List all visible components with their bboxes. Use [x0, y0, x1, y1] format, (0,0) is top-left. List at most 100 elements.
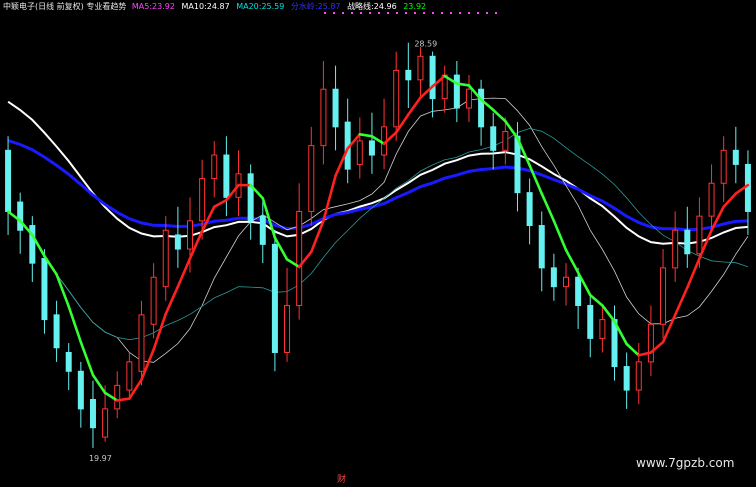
candle-body [526, 192, 533, 227]
candle-body [405, 69, 412, 81]
candle-body [308, 145, 315, 212]
finance-marker: 财 [337, 473, 346, 485]
candle-body [453, 74, 460, 109]
top-tick [324, 12, 326, 14]
top-tick [387, 12, 389, 14]
candle-body [672, 229, 679, 269]
candle-body [538, 225, 545, 269]
top-tick [369, 12, 371, 14]
candle-body [635, 361, 642, 391]
candle-body [320, 88, 327, 147]
watermark: www.7gpzb.com [636, 456, 734, 470]
candle-body [368, 140, 375, 156]
candle-body [647, 323, 654, 363]
top-tick [486, 12, 488, 14]
trend-segment [212, 198, 228, 209]
trend-segment [528, 164, 544, 195]
top-tick [405, 12, 407, 14]
trend-segment [79, 340, 95, 377]
candle-body [490, 126, 497, 151]
top-tick [333, 12, 335, 14]
candle-body [744, 163, 751, 212]
candle-body [41, 257, 48, 321]
candle-body [187, 220, 193, 250]
candle-body [211, 154, 218, 180]
top-tick [450, 12, 452, 14]
trend-segment [55, 273, 71, 308]
candle-body [102, 408, 109, 438]
candle-body [17, 201, 24, 231]
candle-body [126, 361, 133, 391]
candle-body [5, 149, 12, 212]
low-price-label: 19.97 [89, 454, 112, 463]
candle-body [114, 384, 121, 410]
top-tick [432, 12, 434, 14]
trend-segment [601, 304, 616, 323]
watershed-line-path [7, 139, 748, 232]
candle-body [284, 304, 291, 353]
candle-body [660, 267, 667, 325]
trend-segment [540, 192, 556, 223]
candle-body [502, 131, 509, 151]
trend-segment [407, 96, 422, 116]
candle-body [684, 229, 691, 255]
candle-body [271, 243, 278, 353]
candle-body [199, 178, 206, 222]
candle-body [550, 267, 557, 288]
candle-body [53, 314, 60, 349]
candle-body [417, 55, 424, 81]
top-tick [459, 12, 461, 14]
trend-segment [564, 248, 580, 274]
candle-body [393, 69, 400, 128]
candle-body [332, 88, 339, 128]
axis-ticks [324, 12, 497, 14]
moving-averages [7, 97, 749, 363]
candle-body [296, 210, 303, 306]
candle-body [89, 398, 96, 429]
top-tick [441, 12, 443, 14]
trend-segment [588, 293, 604, 307]
candle-body [623, 366, 630, 391]
top-tick [360, 12, 362, 14]
candle-body [465, 88, 472, 109]
trend-segment [164, 285, 180, 316]
trend-segment [722, 192, 738, 209]
top-tick [477, 12, 479, 14]
candle-body [150, 276, 157, 325]
candle-body [77, 370, 84, 410]
candle-body [478, 88, 485, 128]
candle-body [162, 229, 169, 288]
top-tick [468, 12, 470, 14]
top-tick [342, 12, 344, 14]
candle-body [223, 154, 230, 198]
trend-segment [685, 257, 701, 289]
watershed-line [7, 139, 748, 232]
trend-segment [673, 286, 689, 317]
trend-segment [491, 108, 507, 123]
trend-segment [552, 219, 568, 252]
candle-body [575, 276, 582, 306]
trend-line [6, 74, 750, 402]
candle-body [696, 215, 703, 255]
top-tick [351, 12, 353, 14]
candle-body [259, 215, 266, 245]
top-tick [414, 12, 416, 14]
trend-segment [91, 373, 107, 395]
candle-body [720, 149, 727, 184]
top-tick [495, 12, 497, 14]
candle-body [138, 314, 145, 372]
top-tick [378, 12, 380, 14]
candle-body [732, 149, 739, 165]
trend-segment [625, 342, 641, 357]
trend-segment [67, 305, 83, 344]
annotations: 28.59 19.97 财 www.7gpzb.com [89, 40, 734, 485]
candle-body [429, 55, 436, 100]
candles [5, 42, 751, 448]
candle-body [599, 319, 606, 339]
candle-body [708, 182, 715, 217]
top-tick [396, 12, 398, 14]
candle-body [174, 234, 181, 250]
high-price-label: 28.59 [414, 40, 437, 49]
candle-body [65, 351, 72, 372]
candle-body [587, 304, 594, 339]
